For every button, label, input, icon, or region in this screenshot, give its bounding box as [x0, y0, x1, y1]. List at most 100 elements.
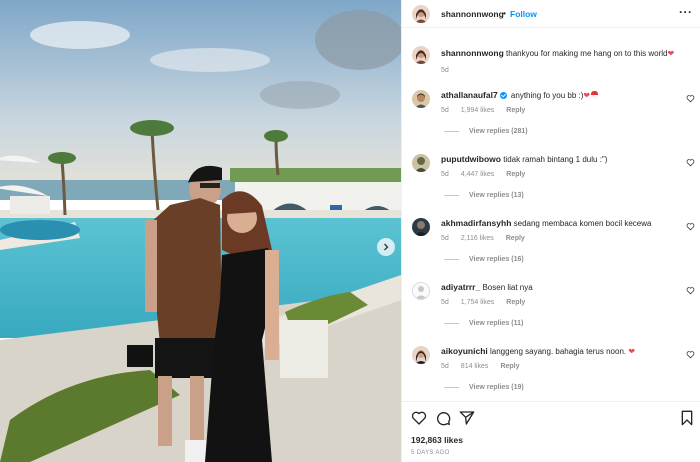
red-heart-emoji: ❤: [628, 347, 636, 356]
likes-count[interactable]: 192,863 likes: [411, 435, 463, 445]
comment-body: athallanaufal7 anything fo you bb :)❤: [441, 90, 673, 101]
red-heart-emoji: ❤: [583, 91, 591, 100]
reply-button[interactable]: Reply: [500, 363, 519, 370]
comment-time: 5d: [441, 299, 449, 306]
comment-item: puputdwibowo tidak ramah bintang 1 dulu …: [402, 152, 700, 212]
comment-time: 5d: [441, 363, 449, 370]
replies-line: [444, 131, 459, 132]
heart-icon[interactable]: [686, 222, 695, 231]
comment-username[interactable]: adiyatrrr_: [441, 282, 480, 292]
author-username[interactable]: shannonnwong: [441, 9, 504, 19]
post-actions: 192,863 likes 5 DAYS AGO: [402, 401, 700, 462]
post-header: shannonnwong • Follow ···: [402, 0, 700, 28]
comment-meta: 5d 2,116 likes Reply: [441, 235, 537, 242]
view-replies-button[interactable]: View replies (13): [444, 192, 524, 199]
comment-username[interactable]: athallanaufal7: [441, 90, 498, 100]
next-photo-button[interactable]: [377, 238, 395, 256]
reply-button[interactable]: Reply: [506, 107, 525, 114]
commenter-avatar[interactable]: [412, 90, 430, 108]
reply-button[interactable]: Reply: [506, 299, 525, 306]
author-avatar[interactable]: [412, 5, 430, 23]
view-replies-label: View replies (13): [469, 192, 524, 199]
chevron-right-icon: [384, 243, 389, 251]
comment-username[interactable]: akhmadirfansyhh: [441, 218, 511, 228]
replies-line: [444, 323, 459, 324]
comment-item: aikoyunichi langgeng sayang. bahagia ter…: [402, 344, 700, 404]
caption-username[interactable]: shannonnwong: [441, 48, 504, 58]
comment-likes[interactable]: 814 likes: [461, 363, 489, 370]
comment-likes[interactable]: 1,754 likes: [461, 299, 494, 306]
comment-likes[interactable]: 2,116 likes: [461, 235, 494, 242]
reply-button[interactable]: Reply: [506, 171, 525, 178]
view-replies-button[interactable]: View replies (281): [444, 128, 528, 135]
avatar-image: [412, 218, 430, 236]
view-replies-label: View replies (16): [469, 256, 524, 263]
caption-text-block: shannonnwong thankyou for making me hang…: [441, 48, 689, 59]
heart-icon[interactable]: [686, 158, 695, 167]
comment-text: Bosen liat nya: [482, 283, 533, 292]
comment-item: akhmadirfansyhh sedang membaca komen boc…: [402, 216, 700, 276]
more-options-button[interactable]: ···: [679, 5, 693, 19]
comment-text: sedang membaca komen bocil kecewa: [513, 219, 652, 228]
share-icon[interactable]: [459, 410, 475, 426]
comment-likes[interactable]: 1,994 likes: [461, 107, 494, 114]
replies-line: [444, 195, 459, 196]
comment-meta: 5d 1,994 likes Reply: [441, 107, 537, 114]
caption-avatar[interactable]: [412, 46, 430, 64]
commenter-avatar[interactable]: [412, 154, 430, 172]
follow-button[interactable]: Follow: [510, 9, 537, 19]
post-photo[interactable]: [0, 0, 401, 462]
reply-button[interactable]: Reply: [506, 235, 525, 242]
caption-text: thankyou for making me hang on to this w…: [506, 49, 668, 58]
comment-icon[interactable]: [435, 410, 451, 426]
comment-time: 5d: [441, 235, 449, 242]
comment-text: langgeng sayang. bahagia terus noon.: [490, 347, 627, 356]
replies-line: [444, 259, 459, 260]
comment-body: adiyatrrr_ Bosen liat nya: [441, 282, 673, 293]
default-avatar-icon: [413, 283, 429, 299]
comment-item: athallanaufal7 anything fo you bb :)❤ 5d…: [402, 88, 700, 148]
avatar-image: [412, 346, 430, 364]
heart-icon[interactable]: [686, 286, 695, 295]
flag-emoji-icon: [591, 91, 599, 99]
view-replies-label: View replies (281): [469, 128, 528, 135]
replies-line: [444, 387, 459, 388]
red-heart-emoji: ❤: [667, 49, 675, 58]
comment-time: 5d: [441, 171, 449, 178]
comment-meta: 5d 814 likes Reply: [441, 363, 532, 370]
post-side-panel: shannonnwong • Follow ··· shannonnwong t…: [401, 0, 700, 462]
comment-username[interactable]: aikoyunichi: [441, 346, 488, 356]
avatar-image: [412, 46, 430, 64]
comment-username[interactable]: puputdwibowo: [441, 154, 501, 164]
avatar-image: [412, 154, 430, 172]
photo-scene: [0, 0, 401, 462]
view-replies-button[interactable]: View replies (19): [444, 384, 524, 391]
view-replies-label: View replies (19): [469, 384, 524, 391]
view-replies-button[interactable]: View replies (16): [444, 256, 524, 263]
view-replies-label: View replies (11): [469, 320, 524, 327]
comment-text: anything fo you bb :): [510, 91, 584, 100]
commenter-avatar[interactable]: [412, 282, 430, 300]
comment-time: 5d: [441, 107, 449, 114]
avatar-image: [412, 5, 430, 23]
comment-item: adiyatrrr_ Bosen liat nya 5d 1,754 likes R…: [402, 280, 700, 340]
bookmark-icon[interactable]: [679, 410, 695, 426]
comment-body: akhmadirfansyhh sedang membaca komen boc…: [441, 218, 673, 229]
comment-likes[interactable]: 4,447 likes: [461, 171, 494, 178]
heart-icon[interactable]: [686, 350, 695, 359]
comment-meta: 5d 1,754 likes Reply: [441, 299, 537, 306]
caption-time: 5d: [441, 67, 449, 74]
verified-badge-icon: [499, 92, 507, 99]
post-timestamp: 5 DAYS AGO: [411, 450, 450, 456]
comment-text: tidak ramah bintang 1 dulu :"): [503, 155, 608, 164]
view-replies-button[interactable]: View replies (11): [444, 320, 523, 327]
comment-body: puputdwibowo tidak ramah bintang 1 dulu …: [441, 154, 673, 165]
comment-body: aikoyunichi langgeng sayang. bahagia ter…: [441, 346, 673, 357]
avatar-image: [412, 90, 430, 108]
heart-icon[interactable]: [411, 410, 427, 426]
commenter-avatar[interactable]: [412, 218, 430, 236]
heart-icon[interactable]: [686, 94, 695, 103]
header-separator: •: [503, 8, 506, 18]
commenter-avatar[interactable]: [412, 346, 430, 364]
comment-meta: 5d 4,447 likes Reply: [441, 171, 537, 178]
